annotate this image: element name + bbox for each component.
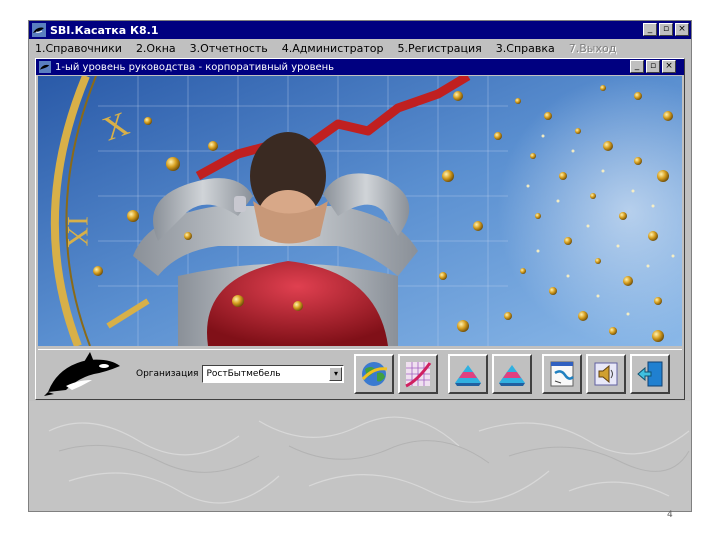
child-title: 1-ый уровень руководства - корпоративный… [55, 61, 335, 73]
exit-button[interactable] [630, 353, 671, 394]
exit-door-icon [637, 361, 663, 386]
menu-administrator[interactable]: 4.Администратор [282, 42, 384, 55]
app-window: SBI.Касатка К8.1 _ ▫ × 1.Справочники 2.О… [28, 20, 692, 512]
close-button[interactable]: × [675, 23, 689, 36]
restore-button[interactable]: ▫ [659, 23, 673, 36]
mdi-background [29, 401, 691, 511]
organization-value: РостБытмебель [206, 368, 281, 379]
app-titlebar[interactable]: SBI.Касатка К8.1 _ ▫ × [29, 21, 691, 39]
child-restore-button[interactable]: ▫ [646, 60, 660, 73]
pyramid-button-2[interactable] [492, 353, 533, 394]
hero-illustration: X IX [38, 76, 682, 346]
sound-button[interactable] [586, 353, 627, 394]
app-title: SBI.Касатка К8.1 [50, 23, 159, 37]
pyramid-button-1[interactable] [448, 353, 489, 394]
menu-help[interactable]: 3.Справка [496, 42, 555, 55]
app-window-controls: _ ▫ × [643, 23, 689, 36]
globe-icon [362, 361, 388, 386]
orca-app-icon [32, 23, 46, 37]
toolbar: Организация РостБытмебель ▾ [38, 349, 682, 397]
menu-exit[interactable]: 7.Выход [569, 42, 617, 55]
menu-registration[interactable]: 5.Регистрация [398, 42, 482, 55]
notes-icon [550, 361, 575, 386]
orca-window-icon [39, 61, 51, 73]
svg-text:IX: IX [61, 216, 94, 248]
organization-select[interactable]: РостБытмебель ▾ [202, 364, 345, 383]
menu-reports[interactable]: 3.Отчетность [190, 42, 268, 55]
page-number: 4 [667, 510, 673, 520]
pyramid-icon [455, 364, 482, 386]
child-window: 1-ый уровень руководства - корпоративный… [35, 58, 685, 400]
menubar: 1.Справочники 2.Окна 3.Отчетность 4.Адми… [29, 39, 691, 58]
dropdown-arrow-icon[interactable]: ▾ [329, 366, 343, 381]
hero-image: X IX [38, 76, 682, 346]
growth-chart-icon [405, 361, 432, 387]
child-window-controls: _ ▫ × [630, 60, 676, 73]
organization-label: Организация [136, 368, 199, 379]
orca-logo-icon [44, 351, 120, 396]
speaker-icon [594, 362, 618, 385]
chart-button[interactable] [398, 353, 439, 394]
menu-directories[interactable]: 1.Справочники [35, 42, 122, 55]
pyramid-icon [499, 364, 526, 386]
child-minimize-button[interactable]: _ [630, 60, 644, 73]
minimize-button[interactable]: _ [643, 23, 657, 36]
globe-button[interactable] [354, 353, 395, 394]
menu-windows[interactable]: 2.Окна [136, 42, 176, 55]
child-close-button[interactable]: × [662, 60, 676, 73]
mdi-texture [29, 401, 691, 511]
child-titlebar[interactable]: 1-ый уровень руководства - корпоративный… [36, 59, 684, 75]
notes-button[interactable] [542, 353, 583, 394]
